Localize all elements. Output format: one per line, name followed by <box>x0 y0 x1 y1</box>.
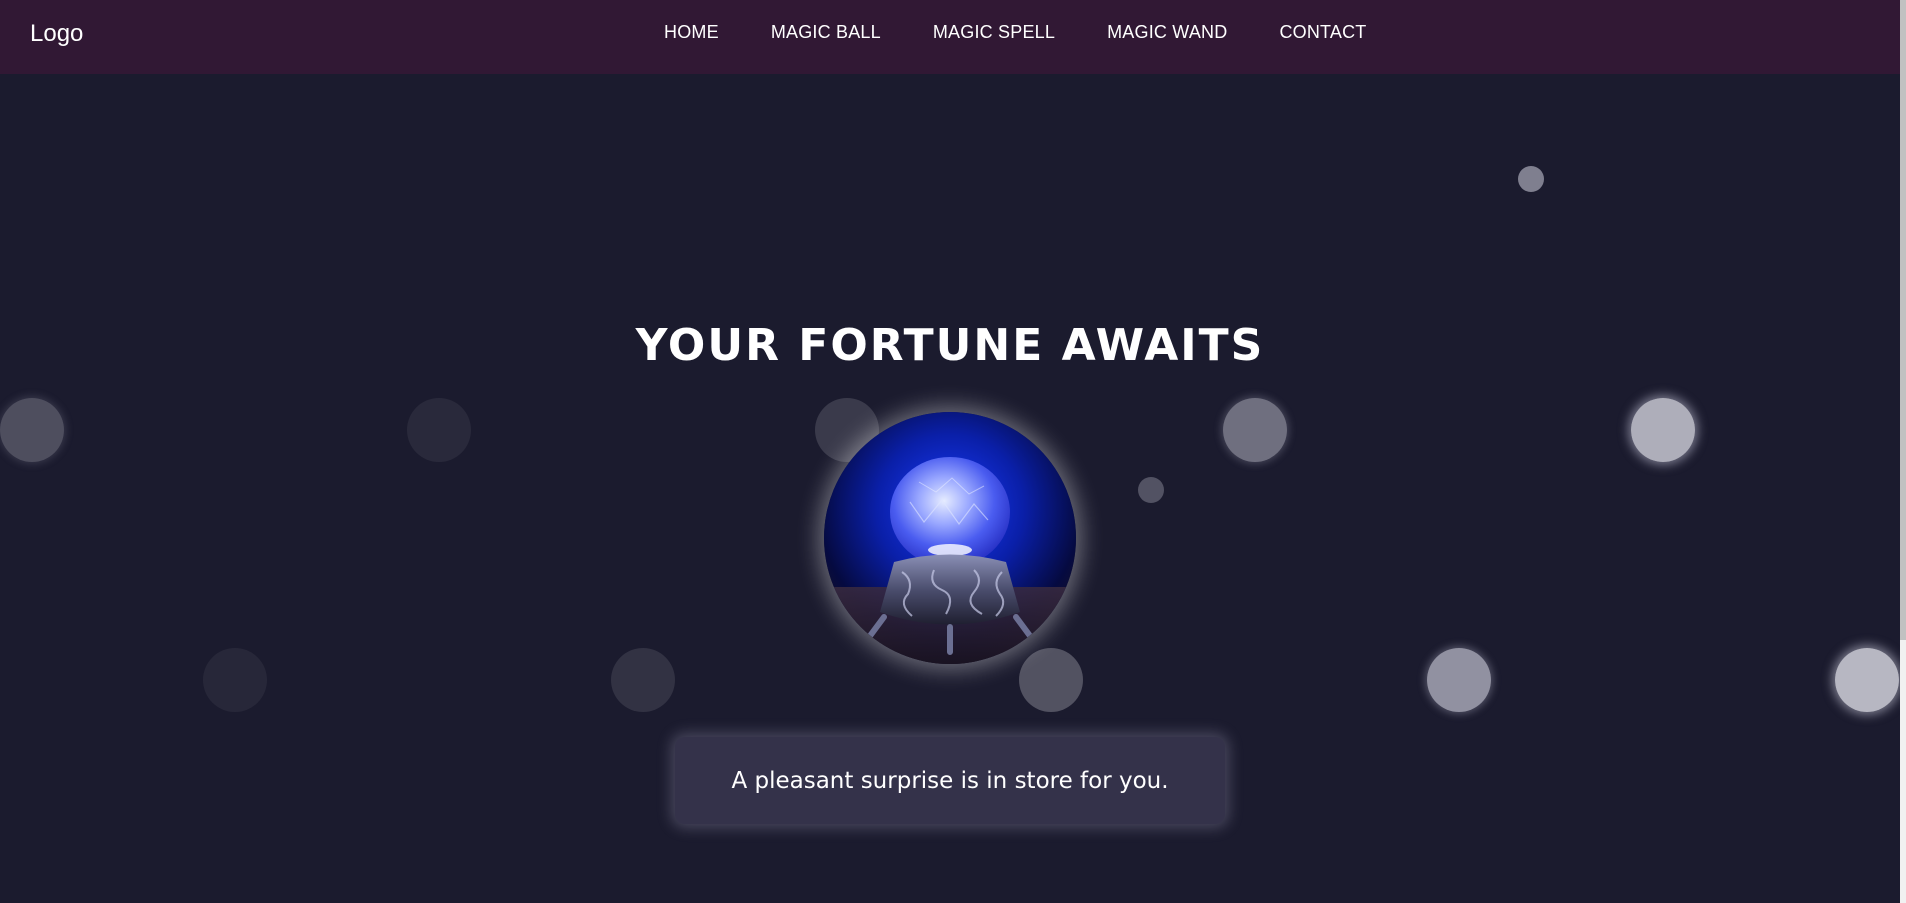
top-navbar: Logo HOME MAGIC BALL MAGIC SPELL MAGIC W… <box>0 0 1900 74</box>
logo-link[interactable]: Logo <box>30 20 83 48</box>
fortune-message: A pleasant surprise is in store for you. <box>731 767 1169 794</box>
bokeh-circle <box>0 398 64 462</box>
nav-link-magic-spell[interactable]: MAGIC SPELL <box>933 22 1055 43</box>
nav-link-home[interactable]: HOME <box>664 22 719 43</box>
crystal-ball-image[interactable] <box>824 412 1076 664</box>
bokeh-circle <box>1835 648 1899 712</box>
hero-title: YOUR FORTUNE AWAITS <box>635 320 1265 371</box>
fortune-message-box: A pleasant surprise is in store for you. <box>675 737 1225 824</box>
page: Logo HOME MAGIC BALL MAGIC SPELL MAGIC W… <box>0 0 1906 903</box>
bokeh-circle <box>1138 477 1164 503</box>
bokeh-circle <box>1518 166 1544 192</box>
bokeh-circle <box>407 398 471 462</box>
scrollbar-thumb[interactable] <box>1900 0 1906 640</box>
nav-link-magic-wand[interactable]: MAGIC WAND <box>1107 22 1227 43</box>
bokeh-circle <box>1427 648 1491 712</box>
crystal-ball-icon <box>824 412 1076 664</box>
bokeh-circle <box>611 648 675 712</box>
bokeh-circle <box>203 648 267 712</box>
nav-link-contact[interactable]: CONTACT <box>1279 22 1366 43</box>
bokeh-circle <box>1631 398 1695 462</box>
page-scrollbar[interactable] <box>1900 0 1906 903</box>
bokeh-circle <box>1223 398 1287 462</box>
bokeh-circle <box>1019 648 1083 712</box>
nav-link-magic-ball[interactable]: MAGIC BALL <box>771 22 881 43</box>
nav-links: HOME MAGIC BALL MAGIC SPELL MAGIC WAND C… <box>664 22 1419 43</box>
